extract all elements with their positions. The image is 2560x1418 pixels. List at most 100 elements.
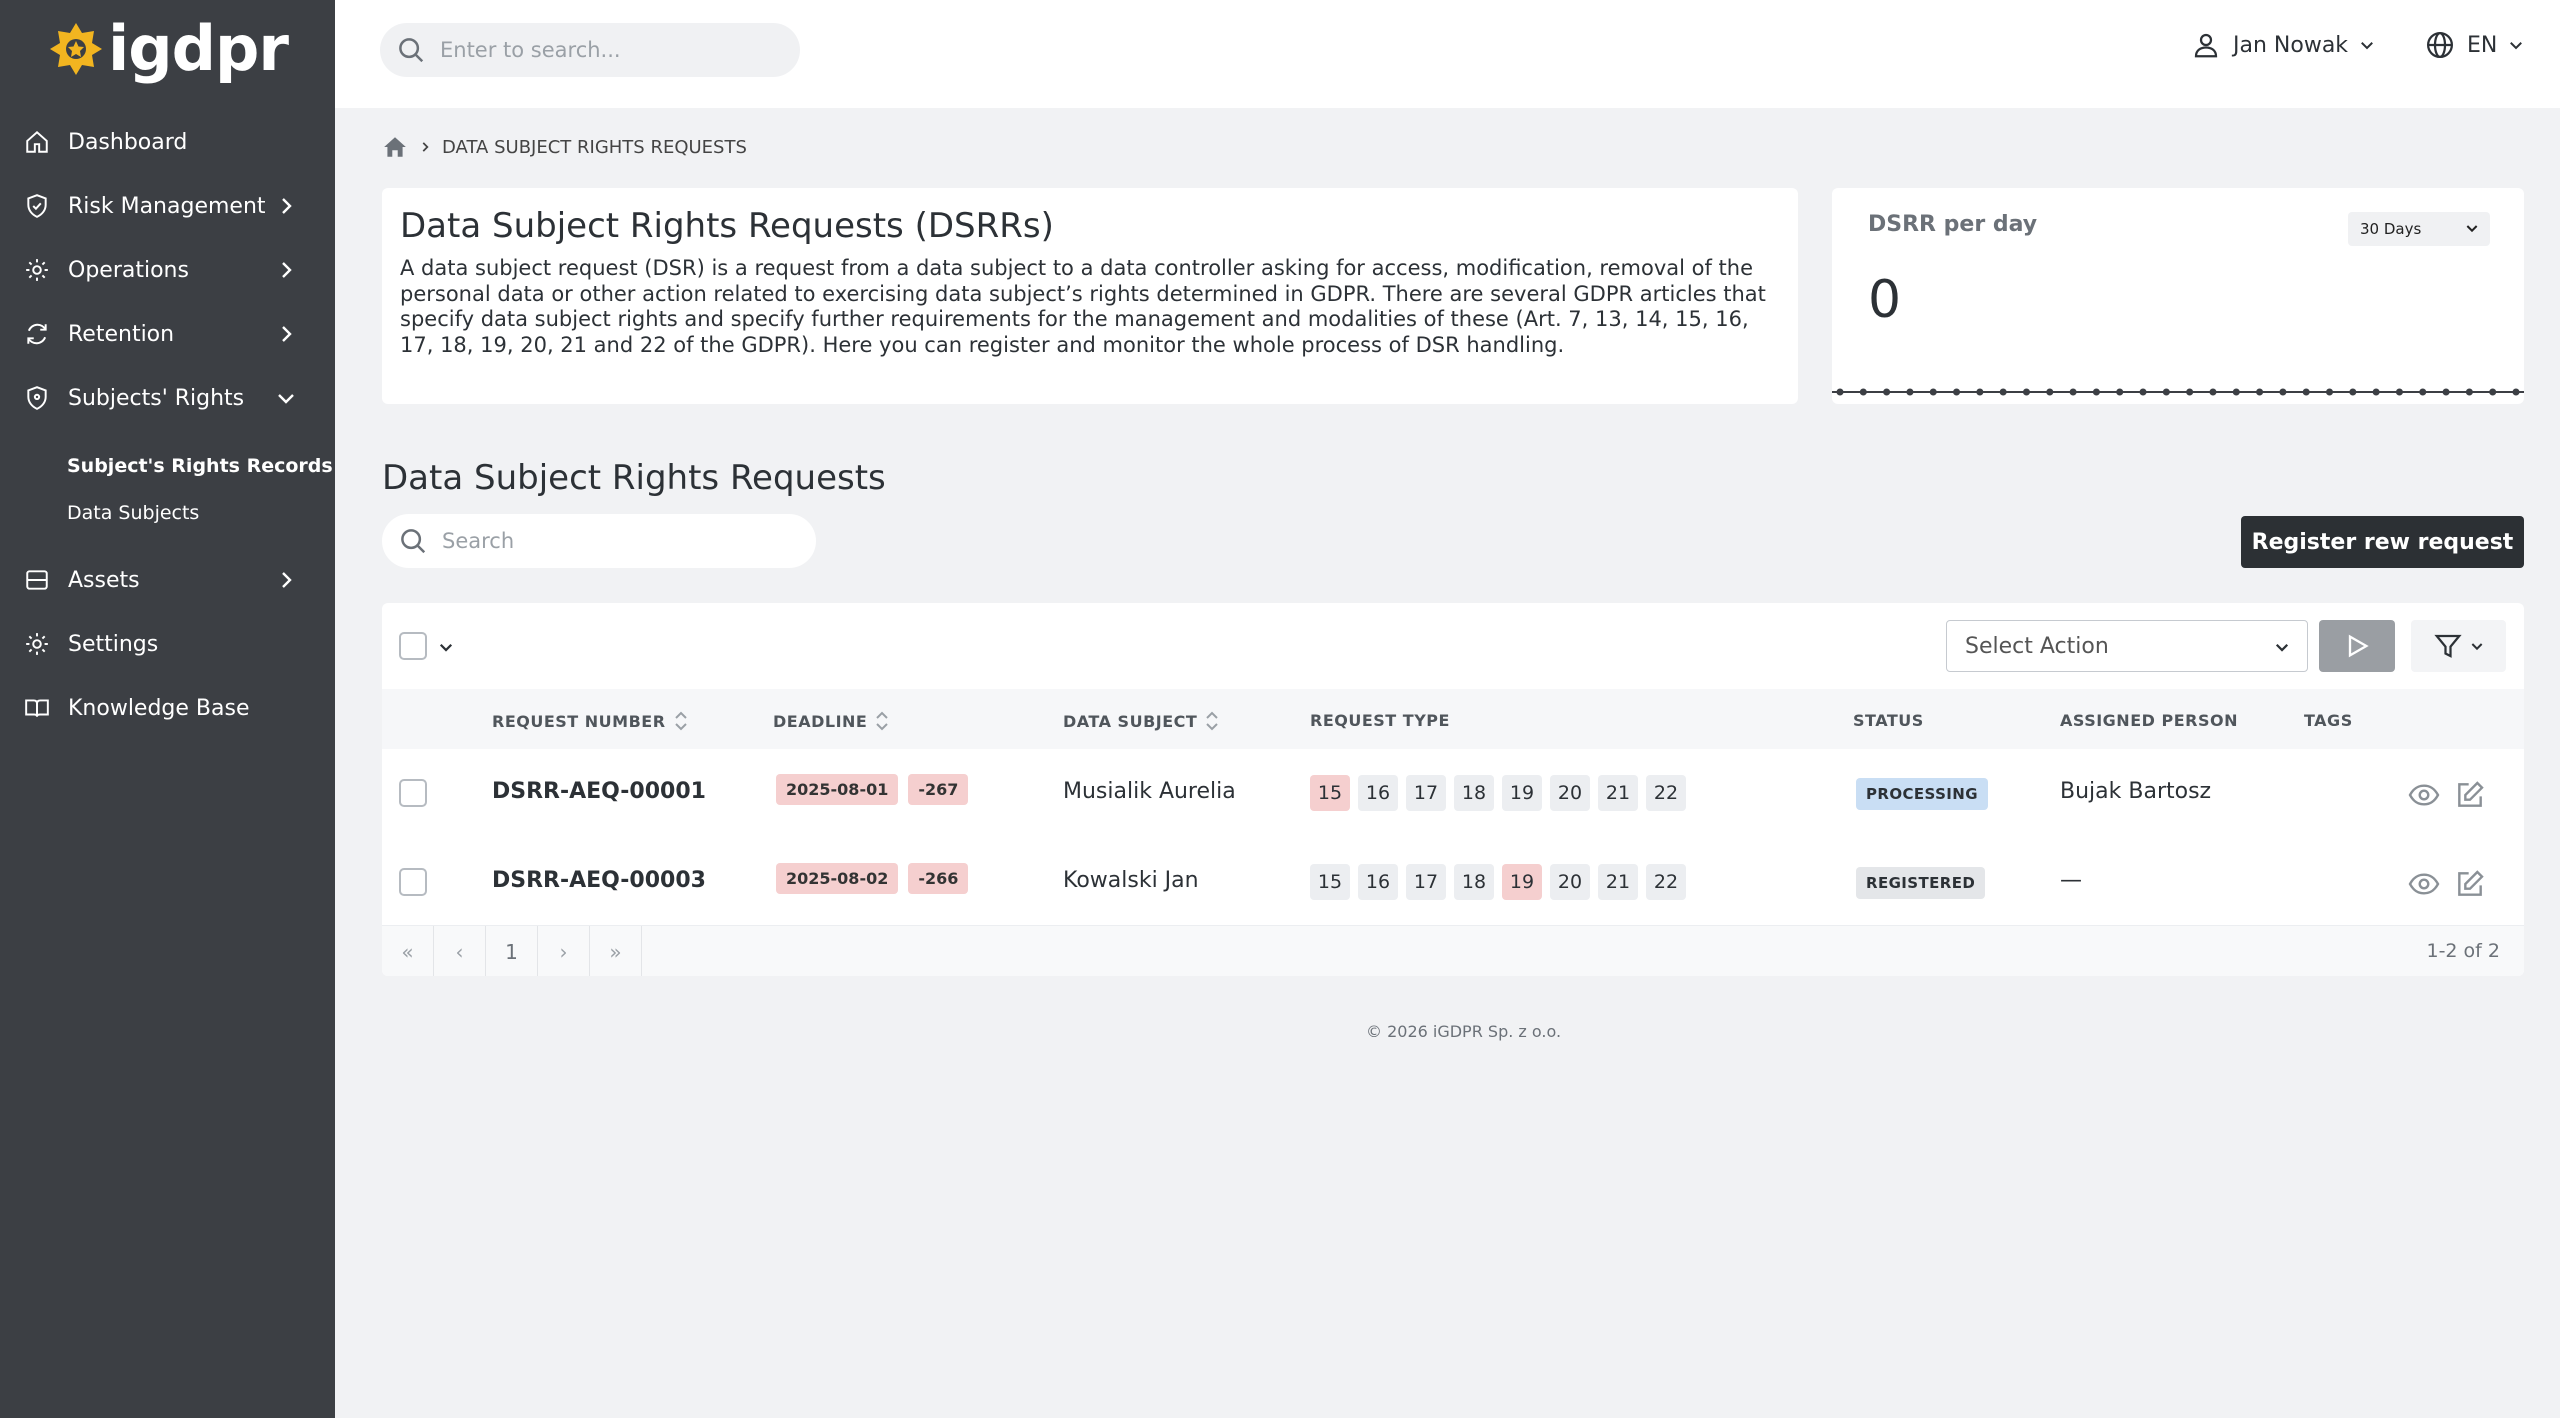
sparkline-point [1883,388,1891,396]
select-all-checkbox[interactable] [399,632,427,660]
column-label: REQUEST TYPE [1310,711,1450,730]
filter-button[interactable] [2411,620,2506,672]
sidebar-item-dashboard[interactable]: Dashboard [0,110,335,174]
column-data-subject[interactable]: DATA SUBJECT [1063,711,1219,731]
eye-icon[interactable] [2408,779,2440,811]
search-icon [399,38,424,63]
sort-icon [876,711,889,731]
first-page-button[interactable]: « [382,926,434,976]
last-page-button[interactable]: » [590,926,642,976]
assigned-person: — [2060,868,2082,893]
status-badge: PROCESSING [1856,778,1988,810]
sidebar-item-label: Operations [68,257,189,283]
database-icon [22,565,52,595]
info-text: A data subject request (DSR) is a reques… [400,256,1766,357]
article-badge: 21 [1598,864,1638,900]
table-row[interactable]: DSRR-AEQ-00001 2025-08-01 -267 Musialik … [382,749,2524,838]
sidebar-subitem-subjects-rights-records[interactable]: Subject's Rights Records [0,442,335,489]
sparkline-point [1906,388,1914,396]
sparkline-point [2512,388,2520,396]
globe-icon [2427,32,2453,58]
table-search[interactable] [382,514,816,568]
sparkline-point [2465,388,2473,396]
gear-icon [22,629,52,659]
user-menu[interactable]: Jan Nowak [2191,30,2376,60]
chevron-right-icon [282,572,292,588]
sidebar-item-risk-management[interactable]: Risk Management [0,174,335,238]
article-badge: 17 [1406,864,1446,900]
row-checkbox[interactable] [399,868,427,896]
sparkline-point [1976,388,1984,396]
prev-page-button[interactable]: ‹ [434,926,486,976]
column-label: DEADLINE [773,711,868,731]
chevron-down-icon [2466,225,2478,233]
edit-icon[interactable] [2454,779,2486,811]
sparkline-point [2489,388,2497,396]
page-1-button[interactable]: 1 [486,926,538,976]
chevron-down-icon [278,394,294,404]
sidebar-item-assets[interactable]: Assets [0,548,335,612]
status-badge: REGISTERED [1856,867,1986,899]
refresh-icon [22,319,52,349]
request-number[interactable]: DSRR-AEQ-00003 [492,868,706,893]
request-number[interactable]: DSRR-AEQ-00001 [492,779,706,804]
article-badge: 16 [1358,775,1398,811]
deadline: 2025-08-02 -266 [776,863,978,894]
status: PROCESSING [1856,778,1988,810]
shield-icon [22,191,52,221]
register-request-button[interactable]: Register rew request [2241,516,2524,568]
logo-star-icon [50,23,102,75]
sparkline-point [2162,388,2170,396]
sidebar-item-label: Settings [68,631,159,657]
assigned-person: Bujak Bartosz [2060,779,2212,804]
sidebar-item-subjects-rights[interactable]: Subjects' Rights [0,366,335,430]
edit-icon[interactable] [2454,868,2486,900]
sidebar-item-label: Knowledge Base [68,695,250,721]
sidebar-item-label: Assets [68,567,140,593]
column-request-number[interactable]: REQUEST NUMBER [492,711,688,731]
home-icon[interactable] [382,134,408,160]
global-search-input[interactable] [440,38,780,62]
sidebar-item-label: Risk Management [68,193,266,219]
sparkline-point [1953,388,1961,396]
column-label: ASSIGNED PERSON [2060,711,2238,730]
table-row[interactable]: DSRR-AEQ-00003 2025-08-02 -266 Kowalski … [382,838,2524,927]
deadline-date-badge: 2025-08-02 [776,863,899,894]
column-label: REQUEST NUMBER [492,711,666,731]
select-action-dropdown[interactable]: Select Action [1946,620,2308,672]
pagination-info: 1-2 of 2 [2426,940,2500,962]
sidebar-subitem-data-subjects[interactable]: Data Subjects [0,489,335,536]
sidebar-item-settings[interactable]: Settings [0,612,335,676]
chevron-down-icon [2471,643,2482,651]
eye-icon[interactable] [2408,868,2440,900]
table-search-input[interactable] [442,529,782,553]
chevron-right-icon [282,198,292,214]
article-badge: 22 [1646,775,1686,811]
shield-icon [22,383,52,413]
logo-text: igdpr [108,12,289,85]
sidebar-item-retention[interactable]: Retention [0,302,335,366]
period-select[interactable]: 30 Days [2348,212,2490,246]
sidebar-item-knowledge-base[interactable]: Knowledge Base [0,676,335,740]
sparkline-point [2256,388,2264,396]
section-title: Data Subject Rights Requests [382,458,886,498]
row-checkbox[interactable] [399,779,427,807]
info-card: Data Subject Rights Requests (DSRRs) A d… [382,188,1798,404]
run-action-button[interactable] [2319,620,2395,672]
sparkline-point [2186,388,2194,396]
global-search[interactable] [380,23,800,77]
sparkline-point [2326,388,2334,396]
column-deadline[interactable]: DEADLINE [773,711,889,731]
article-badge: 15 [1310,864,1350,900]
table-toolbar: Select Action [382,603,2524,689]
next-page-button[interactable]: › [538,926,590,976]
logo[interactable]: igdpr [48,12,289,85]
user-name: Jan Nowak [2233,32,2349,58]
sparkline-point [2279,388,2287,396]
language-switcher[interactable]: EN [2425,30,2525,60]
request-type-articles: 15 16 17 18 19 20 21 22 [1310,864,1694,900]
chevron-down-icon[interactable] [437,638,455,656]
sidebar-item-operations[interactable]: Operations [0,238,335,302]
column-tags: TAGS [2304,711,2353,730]
sparkline-point [2395,388,2403,396]
